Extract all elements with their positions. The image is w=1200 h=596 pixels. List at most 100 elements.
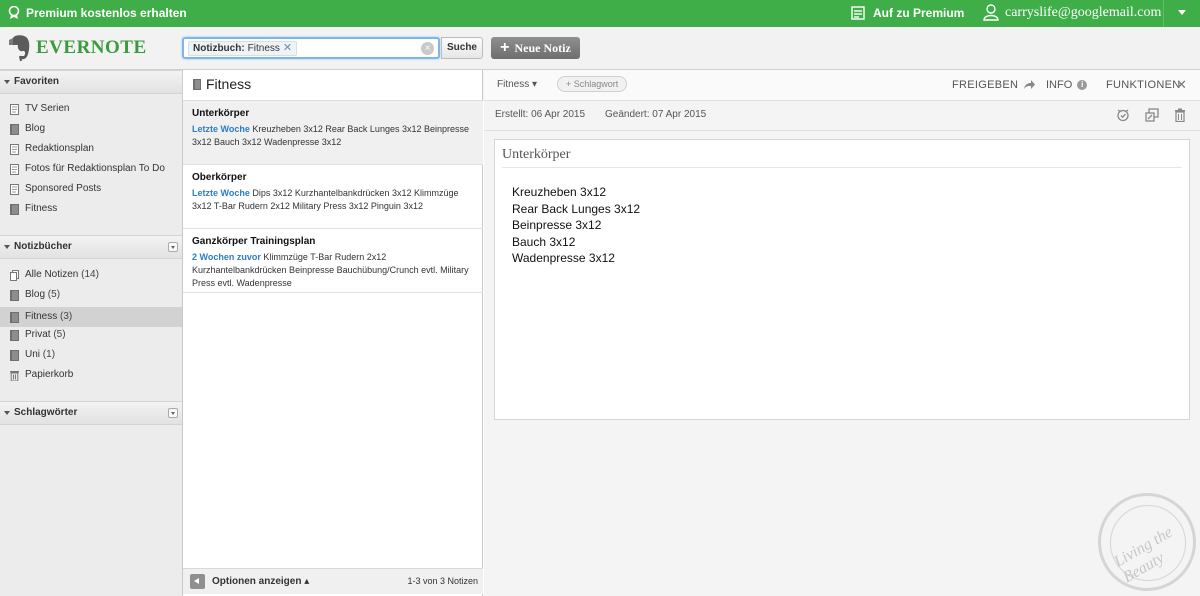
sidebar-item-label: Fitness — [25, 203, 58, 214]
note-list: Fitness Unterkörper Letzte Woche Kreuzhe… — [183, 70, 483, 596]
note-list-footer: Optionen anzeigen ▴ 1-3 von 3 Notizen — [183, 568, 483, 594]
sidebar-item-fitness-favorite[interactable]: Fitness — [0, 199, 182, 219]
sidebar-item-blog[interactable]: Blog — [0, 119, 182, 139]
note-line: Bauch 3x12 — [512, 234, 576, 249]
sidebar-item-redaktionsplan[interactable]: Redaktionsplan — [0, 139, 182, 159]
note-snippet: Letzte Woche Kreuzheben 3x12 Rear Back L… — [192, 123, 475, 149]
remove-filter-icon[interactable]: ✕ — [283, 42, 292, 55]
note-title: Unterkörper — [192, 108, 250, 119]
sidebar-item-fotos[interactable]: Fotos für Redaktionsplan To Do — [0, 159, 182, 179]
reminder-icon[interactable] — [1116, 108, 1130, 122]
sidebar-item-label: Uni — [25, 349, 41, 360]
notebook-icon — [10, 350, 19, 361]
watermark-seal: Living the Beauty — [1098, 493, 1196, 591]
note-title: Ganzkörper Trainingsplan — [192, 236, 316, 247]
sidebar-item-label: Blog — [25, 289, 46, 300]
upgrade-link[interactable]: Auf zu Premium — [851, 6, 964, 20]
sidebar-item-label: TV Serien — [25, 103, 70, 114]
share-button[interactable]: FREIGEBEN — [952, 79, 1036, 91]
collapse-sidebar-icon[interactable] — [190, 574, 205, 589]
note-line: Kreuzheben 3x12 — [512, 185, 607, 199]
note-line: Wadenpresse 3x12 — [512, 251, 615, 266]
add-tag-button[interactable]: + Schlagwort — [557, 76, 628, 92]
trash-icon — [10, 371, 19, 381]
clear-search-icon[interactable]: × — [421, 42, 434, 55]
sidebar-item-tv-serien[interactable]: TV Serien — [0, 99, 182, 119]
note-item[interactable]: Oberkörper Letzte Woche Dips 3x12 Kurzha… — [183, 165, 483, 229]
tags-header[interactable]: Schlagwörter — [0, 401, 182, 425]
note-icon — [10, 144, 19, 155]
search-input[interactable]: Notizbuch: Fitness ✕ × — [182, 37, 440, 59]
note-editor: Fitness ▾ + Schlagwort FREIGEBEN INFO i … — [484, 70, 1200, 596]
search-filter-token[interactable]: Notizbuch: Fitness ✕ — [188, 41, 298, 56]
sidebar-item-label: Blog — [25, 123, 46, 134]
premium-bar: Premium kostenlos erhalten Auf zu Premiu… — [0, 0, 1200, 27]
notebooks-menu-icon[interactable] — [168, 242, 178, 252]
show-options-label: Optionen anzeigen — [212, 576, 302, 587]
favorites-header[interactable]: Favoriten — [0, 70, 182, 94]
sidebar-item-sponsored-posts[interactable]: Sponsored Posts — [0, 179, 182, 199]
note-count-summary: 1-3 von 3 Notizen — [407, 576, 478, 586]
evernote-logo[interactable]: EVERNOTE — [8, 34, 147, 62]
sidebar-item-uni-notebook[interactable]: Uni (1) — [0, 345, 182, 365]
sidebar-item-trash[interactable]: Papierkorb — [0, 365, 182, 385]
share-label: FREIGEBEN — [952, 79, 1019, 91]
logo-text: EVERNOTE — [36, 37, 147, 58]
trash-icon[interactable] — [1173, 108, 1187, 122]
upgrade-icon — [851, 6, 865, 20]
collapse-triangle-icon[interactable] — [4, 245, 10, 249]
upgrade-label: Auf zu Premium — [873, 6, 965, 20]
note-count: (3) — [60, 311, 73, 322]
note-title-field[interactable]: Unterkörper — [502, 147, 570, 163]
info-button[interactable]: INFO i — [1046, 79, 1088, 91]
show-options-button[interactable]: Optionen anzeigen ▴ — [212, 576, 309, 587]
account-menu[interactable]: carryslife@googlemail.com — [983, 4, 1161, 21]
notebook-selector[interactable]: Fitness ▾ — [497, 79, 537, 90]
note-body[interactable]: Kreuzheben 3x12 Rear Back Lunges 3x12 Be… — [512, 184, 640, 267]
new-note-label: Neue Notiz — [514, 40, 571, 55]
filter-value: Fitness — [247, 43, 280, 54]
note-item[interactable]: Unterkörper Letzte Woche Kreuzheben 3x12… — [183, 101, 483, 165]
note-line: Rear Back Lunges 3x12 — [512, 201, 641, 216]
note-date: 2 Wochen zuvor — [192, 252, 261, 262]
search-button[interactable]: Suche — [441, 37, 483, 59]
notebook-icon — [193, 79, 201, 90]
all-notes-icon — [10, 270, 19, 281]
tags-menu-icon[interactable] — [168, 408, 178, 418]
note-count: (5) — [53, 329, 66, 340]
close-icon[interactable]: ✕ — [1176, 77, 1187, 93]
note-line: Beinpresse 3x12 — [512, 218, 602, 233]
note-list-title: Fitness — [206, 76, 252, 92]
collapse-triangle-icon[interactable] — [4, 80, 10, 84]
sidebar-item-label: Sponsored Posts — [25, 183, 102, 194]
note-snippet: Letzte Woche Dips 3x12 Kurzhantelbankdrü… — [192, 187, 475, 213]
new-note-button[interactable]: + Neue Notiz — [491, 37, 580, 59]
present-icon[interactable] — [1145, 108, 1159, 122]
collapse-triangle-icon[interactable] — [4, 411, 10, 415]
note-item[interactable]: Ganzkörper Trainingsplan 2 Wochen zuvor … — [183, 229, 483, 293]
sidebar-item-privat-notebook[interactable]: Privat (5) — [0, 325, 182, 345]
note-snippet: 2 Wochen zuvor Klimmzüge T-Bar Rudern 2x… — [192, 251, 475, 290]
notebooks-header[interactable]: Notizbücher — [0, 235, 182, 259]
functions-menu[interactable]: FUNKTIONEN — [1106, 79, 1181, 91]
info-icon: i — [1077, 80, 1088, 90]
sidebar-item-label: Redaktionsplan — [25, 143, 94, 154]
get-premium-label: Premium kostenlos erhalten — [26, 6, 187, 20]
notebook-icon — [10, 124, 19, 135]
account-dropdown-icon[interactable] — [1178, 10, 1186, 15]
notebook-icon — [10, 330, 19, 341]
note-date: Letzte Woche — [192, 188, 250, 198]
notebook-icon — [10, 312, 19, 323]
get-premium-link[interactable]: Premium kostenlos erhalten — [8, 6, 187, 20]
notebook-selector-label: Fitness — [497, 79, 530, 90]
sidebar-item-label: Alle Notizen — [25, 269, 79, 280]
sidebar-item-all-notes[interactable]: Alle Notizen (14) — [0, 265, 182, 285]
sidebar: Favoriten TV Serien Blog Redaktionsplan … — [0, 70, 183, 596]
note-list-header: Fitness — [183, 70, 483, 101]
tags-title: Schlagwörter — [14, 407, 78, 418]
sidebar-item-blog-notebook[interactable]: Blog (5) — [0, 285, 182, 305]
sidebar-item-fitness-notebook[interactable]: Fitness (3) — [0, 307, 182, 327]
note-content[interactable]: Unterkörper Kreuzheben 3x12 Rear Back Lu… — [494, 139, 1190, 420]
note-icon — [10, 164, 19, 175]
share-arrow-icon — [1024, 80, 1036, 89]
